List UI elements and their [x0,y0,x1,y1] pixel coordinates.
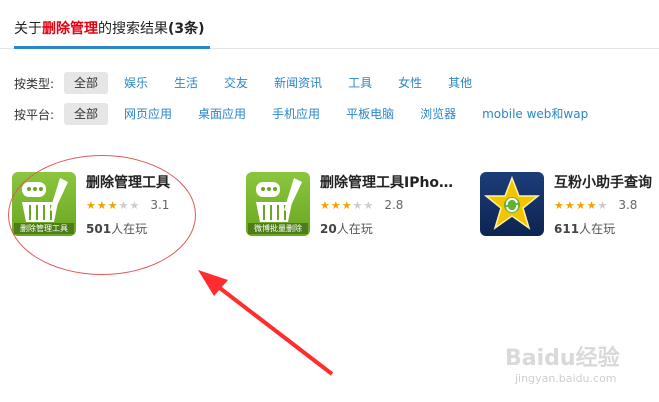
watermark-url: jingyan.baidu.com [515,372,617,385]
watermark: Baidu经验 [505,346,620,371]
